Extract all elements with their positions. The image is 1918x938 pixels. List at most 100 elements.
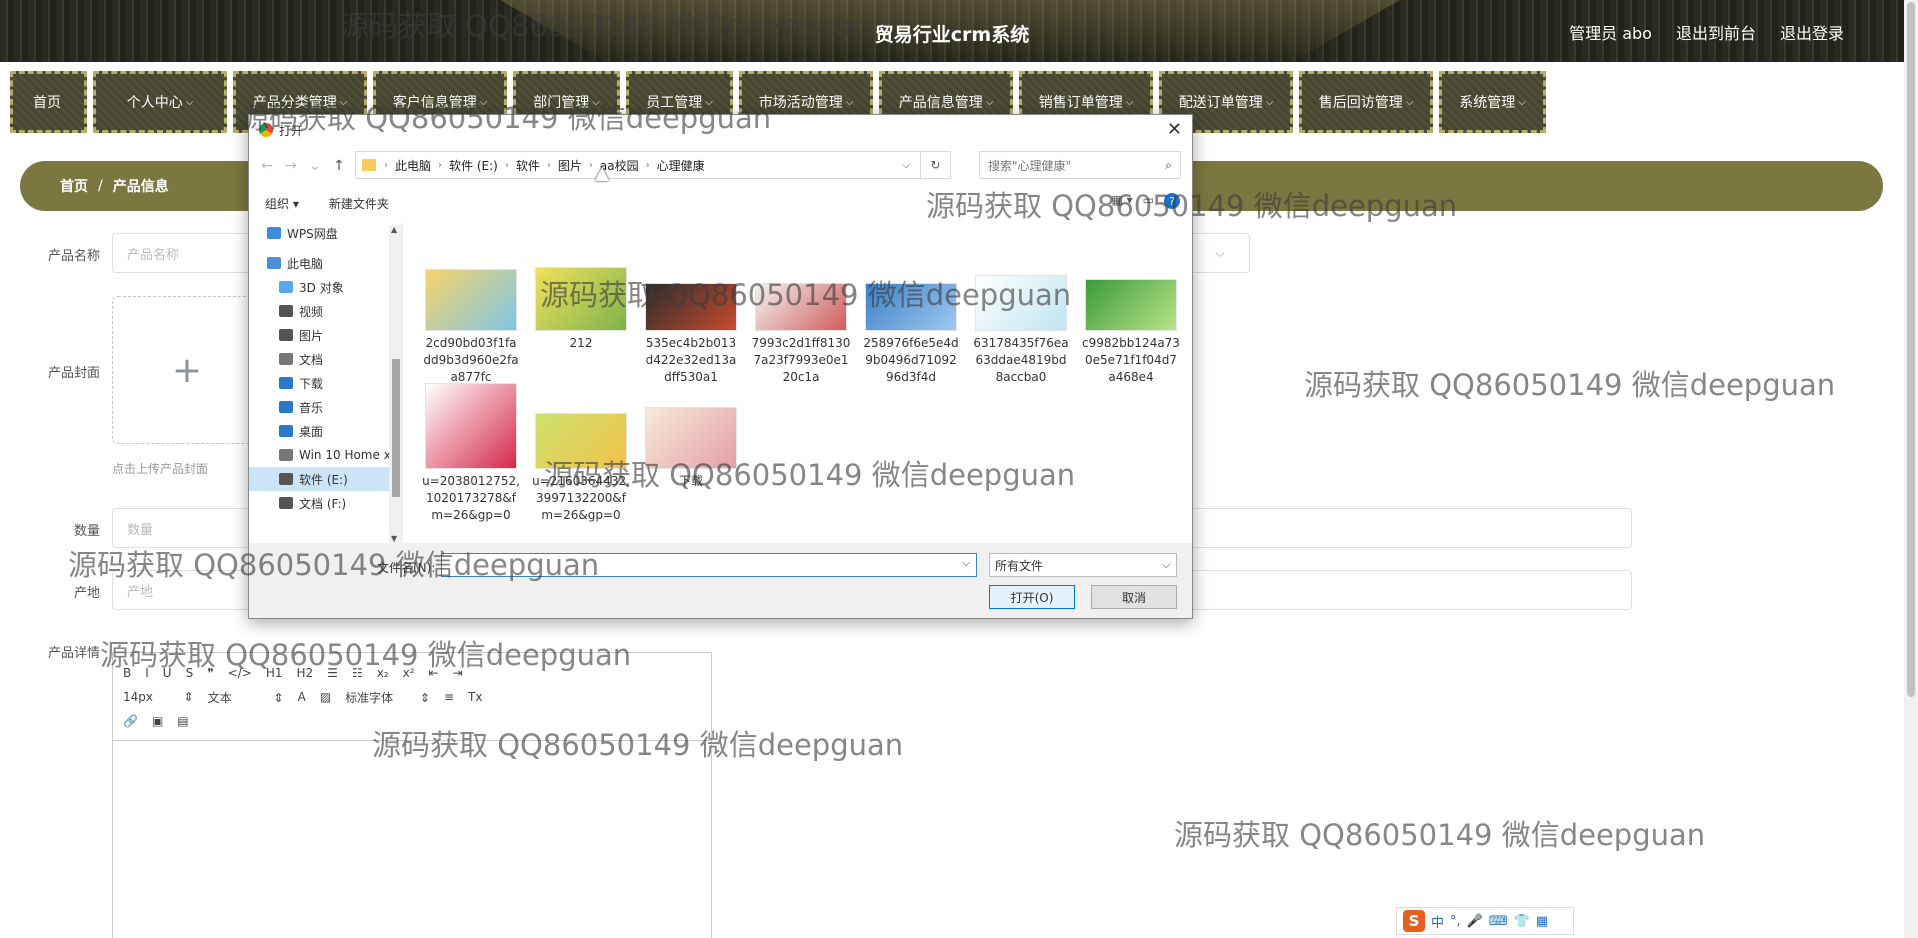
ime-skin-icon[interactable]: 👕 (1514, 914, 1530, 929)
editor-tool-icon[interactable]: B (123, 666, 131, 680)
category-select-arrow[interactable]: ⌵ (1190, 233, 1250, 273)
help-icon[interactable]: ? (1164, 193, 1180, 209)
ime-punctuation-icon[interactable]: °, (1450, 914, 1461, 929)
search-icon[interactable]: ⌕ (1165, 158, 1172, 173)
editor-tool-icon[interactable]: H2 (297, 666, 314, 680)
nav-item-11[interactable]: 系统管理 ⌵ (1439, 71, 1546, 133)
path-chevron-icon[interactable]: › (438, 160, 442, 171)
path-chevron-icon[interactable]: › (505, 160, 509, 171)
tree-item[interactable]: 软件 (E:) (249, 467, 402, 491)
align-icon[interactable]: ≡ (444, 690, 454, 704)
path-chevron-icon[interactable]: › (384, 160, 388, 171)
file-item[interactable]: 212 (529, 267, 633, 352)
page-scrollbar[interactable] (1904, 0, 1918, 938)
ime-toolbox-icon[interactable]: ▦ (1536, 914, 1548, 929)
tree-item[interactable]: 文档 (F:) (249, 491, 402, 515)
editor-tool-icon[interactable]: ❞ (207, 666, 213, 680)
view-mode-icon[interactable]: ▦ ▾ (1111, 193, 1132, 209)
path-segment[interactable]: 软件 (516, 157, 540, 174)
font-size-select[interactable]: 14px ⇕ (123, 690, 194, 704)
tree-item[interactable]: 下载 (249, 371, 402, 395)
new-folder-button[interactable]: 新建文件夹 (329, 195, 389, 212)
file-item[interactable]: 7993c2d1ff8130 7a23f7993e0e1 20c1a (749, 283, 853, 386)
nav-item-1[interactable]: 个人中心 ⌵ (93, 71, 227, 133)
editor-tool-icon[interactable]: ⇤ (429, 666, 439, 680)
path-segment[interactable]: 图片 (558, 157, 582, 174)
file-item[interactable]: 下载 (639, 407, 743, 490)
path-segment[interactable]: 心理健康 (657, 157, 705, 174)
editor-tool-icon[interactable]: I (145, 666, 149, 680)
image-icon[interactable]: ▣ (152, 714, 163, 728)
scroll-down-arrow-icon[interactable]: ▼ (391, 534, 397, 543)
tree-item[interactable]: 此电脑 (249, 251, 402, 275)
file-item[interactable]: 2cd90bd03f1fa dd9b3d960e2fa a877fc (419, 269, 523, 386)
scroll-up-arrow-icon[interactable]: ▲ (391, 225, 397, 234)
file-item[interactable]: u=2038012752, 1020173278&f m=26&gp=0 (419, 383, 523, 524)
file-item[interactable]: u=2160364432, 3997132200&f m=26&gp=0 (529, 413, 633, 524)
ime-microphone-icon[interactable]: 🎤 (1467, 914, 1483, 929)
clear-format-icon[interactable]: Tx (468, 690, 482, 704)
font-family-select[interactable]: 标准字体 ⇕ (345, 689, 430, 706)
filename-input[interactable]: ⌵ (441, 553, 977, 577)
forward-arrow-icon[interactable]: → (279, 158, 303, 174)
tree-scrollbar[interactable]: ▲ ▼ (389, 225, 403, 543)
cancel-button[interactable]: 取消 (1091, 585, 1177, 609)
tree-item[interactable]: 桌面 (249, 419, 402, 443)
editor-tool-icon[interactable]: S (186, 666, 194, 680)
tree-scrollbar-thumb[interactable] (392, 359, 400, 497)
path-chevron-icon[interactable]: › (547, 160, 551, 171)
open-button[interactable]: 打开(O) (989, 585, 1075, 609)
text-type-select[interactable]: 文本 ⇕ (208, 689, 284, 706)
exit-to-frontend-link[interactable]: 退出到前台 (1676, 20, 1756, 44)
tree-item[interactable]: 视频 (249, 299, 402, 323)
editor-tool-icon[interactable]: U (163, 666, 172, 680)
sogou-logo-icon[interactable]: S (1403, 910, 1425, 932)
background-color-icon[interactable]: ▨ (320, 690, 331, 704)
font-color-icon[interactable]: A (298, 690, 306, 704)
filetype-select[interactable]: 所有文件 ⌵ (989, 553, 1177, 577)
refresh-icon[interactable]: ↻ (920, 152, 950, 178)
up-arrow-icon[interactable]: ↑ (327, 158, 351, 174)
address-dropdown-icon[interactable]: ⌵ (902, 160, 910, 171)
editor-tool-icon[interactable]: ☷ (352, 666, 363, 680)
cover-upload-box[interactable]: + (112, 296, 262, 444)
editor-tool-icon[interactable]: </> (228, 666, 252, 680)
address-bar[interactable]: › 此电脑 › 软件 (E:) › 软件 › 图片 › aa校园 › 心理健康 ⌵ ↻ (355, 151, 951, 179)
page-scrollbar-thumb[interactable] (1907, 2, 1915, 697)
ime-chinese-icon[interactable]: 中 (1431, 912, 1444, 931)
editor-tool-icon[interactable]: x₂ (377, 666, 389, 680)
filename-dropdown-icon[interactable]: ⌵ (962, 558, 970, 569)
tree-item[interactable]: 文档 (249, 347, 402, 371)
path-segment[interactable]: 此电脑 (395, 157, 431, 174)
breadcrumb-home[interactable]: 首页 (60, 176, 88, 196)
file-item[interactable]: 258976f6e5e4d 9b0496d71092 96d3f4d (859, 283, 963, 386)
ime-keyboard-icon[interactable]: ⌨ (1489, 914, 1508, 929)
tree-item[interactable]: 3D 对象 (249, 275, 402, 299)
search-box[interactable]: 搜索"心理健康" ⌕ (979, 151, 1181, 179)
video-icon[interactable]: ▤ (177, 714, 188, 728)
admin-user-link[interactable]: 管理员 abo (1569, 20, 1652, 44)
recent-locations-icon[interactable]: ⌄ (303, 158, 327, 174)
link-icon[interactable]: 🔗 (123, 714, 138, 728)
nav-item-0[interactable]: 首页 (10, 71, 87, 133)
path-segment[interactable]: 软件 (E:) (449, 157, 498, 174)
editor-tool-icon[interactable]: x² (403, 666, 415, 680)
tree-item[interactable]: Win 10 Home x (249, 443, 402, 467)
tree-item[interactable]: WPS网盘 (249, 221, 402, 245)
path-chevron-icon[interactable]: › (589, 160, 593, 171)
back-arrow-icon[interactable]: ← (255, 158, 279, 174)
logout-link[interactable]: 退出登录 (1780, 20, 1844, 44)
tree-item[interactable]: 音乐 (249, 395, 402, 419)
rich-text-editor[interactable]: B I U S ❞ </> H1 H2 ☰ ☷ x₂ x² ⇤ ⇥ 14px ⇕ 文本 ⇕ A ▨ 标准字… (112, 652, 712, 938)
editor-tool-icon[interactable]: ☰ (327, 666, 338, 680)
tree-item[interactable]: 图片 (249, 323, 402, 347)
file-item[interactable]: c9982bb124a73 0e5e71f1f04d7 a468e4 (1079, 279, 1183, 386)
editor-tool-icon[interactable]: ⇥ (453, 666, 463, 680)
preview-pane-icon[interactable]: ▭ (1143, 193, 1154, 209)
file-item[interactable]: 535ec4b2b013 d422e32ed13a dff530a1 (639, 283, 743, 386)
nav-item-10[interactable]: 售后回访管理 ⌵ (1299, 71, 1433, 133)
dialog-close-button[interactable]: ✕ (1167, 119, 1182, 140)
file-item[interactable]: 63178435f76ea 63ddae4819bd 8accba0 (969, 275, 1073, 386)
organize-button[interactable]: 组织 ▾ (265, 195, 299, 212)
editor-tool-icon[interactable]: H1 (266, 666, 283, 680)
